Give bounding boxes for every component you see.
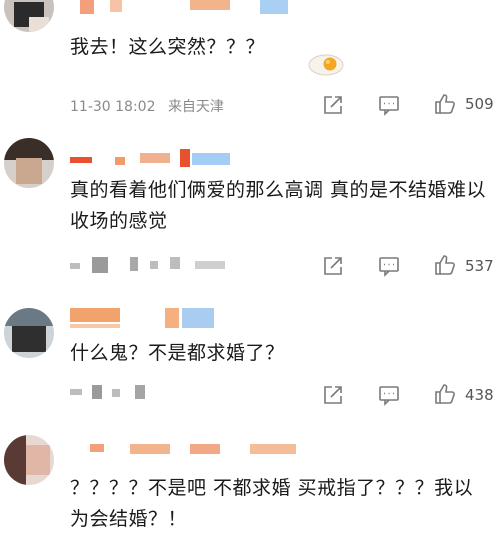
like-button[interactable] (433, 92, 455, 114)
comment-icon (379, 257, 399, 277)
comment-meta: 11-30 18:02 来自天津 (70, 96, 232, 116)
comment-text: 什么鬼？不是都求婚了？ (70, 342, 285, 364)
comment-text: 我去！这么突然？？？ (70, 36, 266, 58)
comment-1: 我去！这么突然？？？ 11-30 18:02 来自天津 509 (0, 0, 500, 125)
like-count: 537 (465, 257, 494, 275)
avatar[interactable] (4, 0, 54, 32)
like-button[interactable] (433, 382, 455, 404)
like-button[interactable] (433, 253, 455, 275)
comment-text: ？？？？不是吧 不都求婚 买戒指了？？？我以为会结婚？！ (70, 477, 474, 530)
timestamp: 11-30 18:02 (70, 99, 156, 115)
fried-egg-emoji (308, 52, 344, 76)
comment-3: 什么鬼？不是都求婚了？ 438 (0, 300, 500, 415)
share-icon (324, 96, 342, 114)
share-icon (324, 257, 342, 275)
comment-icon (379, 386, 399, 406)
thumbs-up-icon (435, 94, 455, 114)
comment-text: 真的看着他们俩爱的那么高调 真的是不结婚难以收场的感觉 (70, 179, 487, 232)
reply-button[interactable] (378, 94, 400, 116)
share-icon (324, 386, 342, 404)
thumbs-up-icon (435, 384, 455, 404)
share-button[interactable] (322, 255, 344, 277)
avatar[interactable] (4, 308, 54, 358)
comment-2: 真的看着他们俩爱的那么高调 真的是不结婚难以收场的感觉 537 (0, 135, 500, 285)
share-button[interactable] (322, 384, 344, 406)
avatar[interactable] (4, 138, 54, 188)
like-count: 509 (465, 95, 494, 113)
thumbs-up-icon (435, 255, 455, 275)
avatar[interactable] (4, 435, 54, 485)
share-button[interactable] (322, 94, 344, 116)
reply-button[interactable] (378, 255, 400, 277)
like-count: 438 (465, 386, 494, 404)
reply-button[interactable] (378, 384, 400, 406)
comment-icon (379, 96, 399, 116)
comment-4: ？？？？不是吧 不都求婚 买戒指了？？？我以为会结婚？！ (0, 425, 500, 533)
location: 来自天津 (167, 99, 224, 115)
